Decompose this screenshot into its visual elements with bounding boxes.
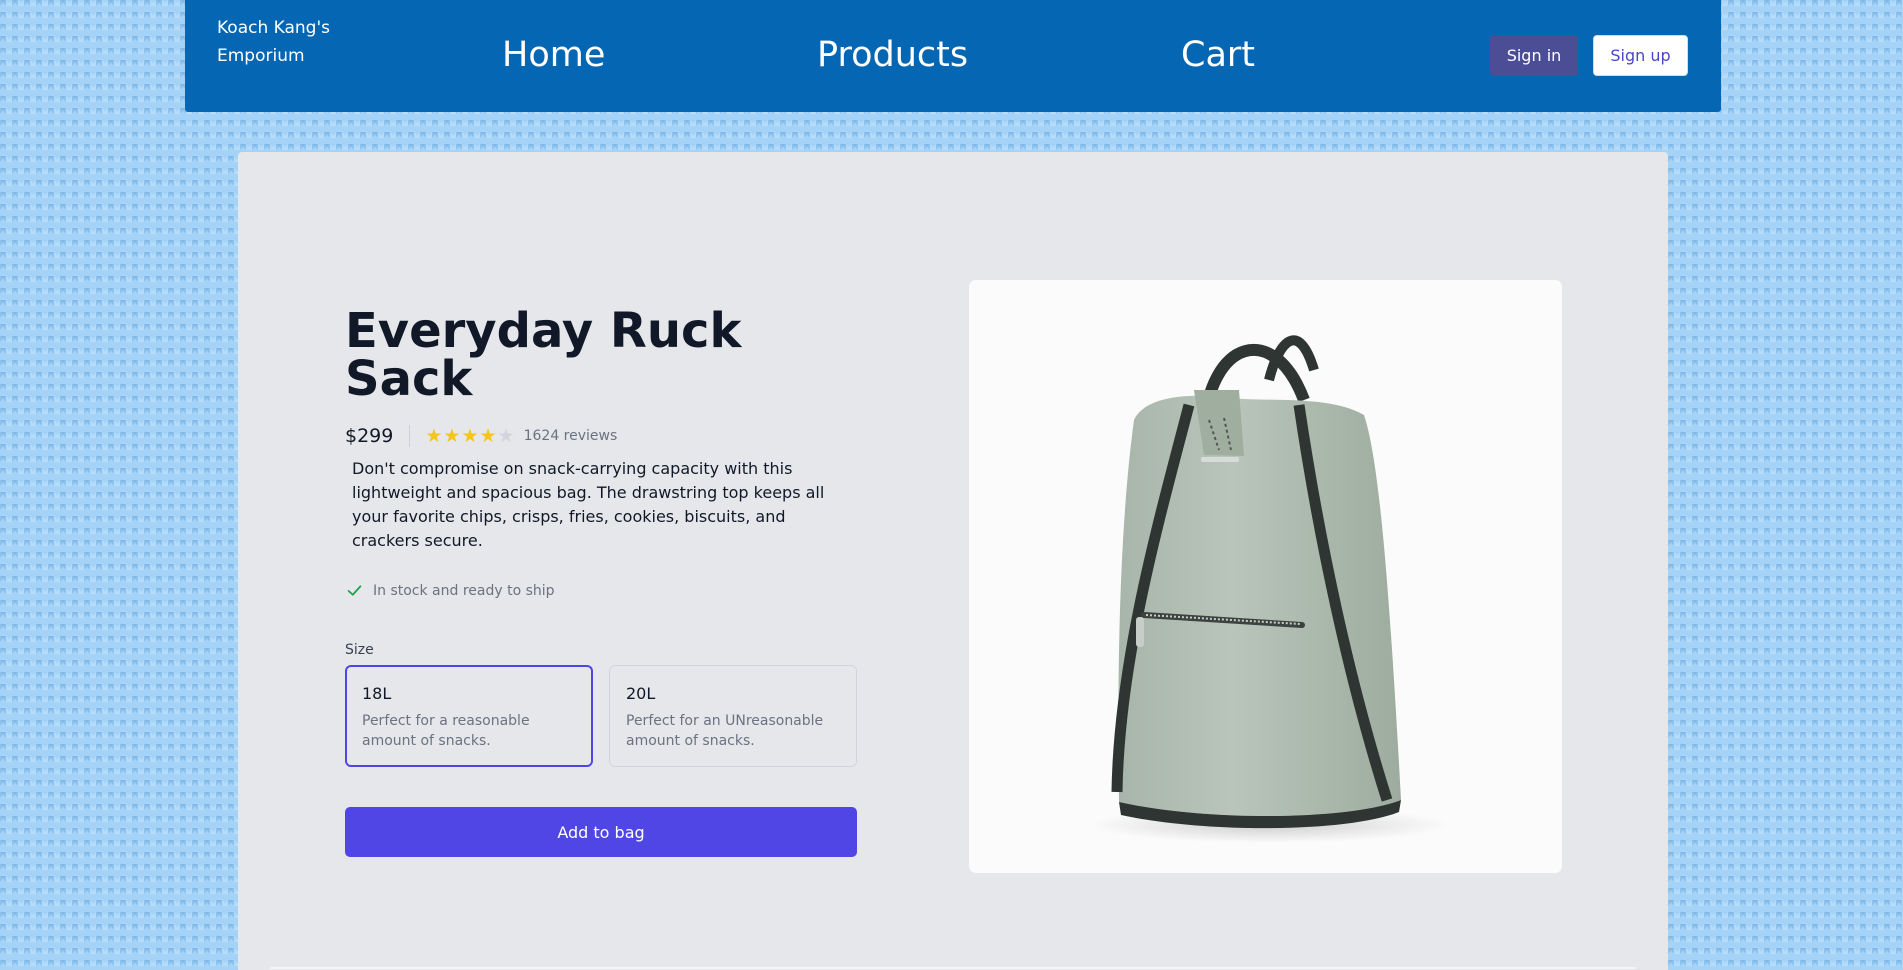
divider <box>270 967 1636 969</box>
rating-stars: ★ ★ ★ ★ ★ <box>425 426 515 446</box>
nav-cart-link[interactable]: Cart <box>1181 32 1255 78</box>
nav-products-link[interactable]: Products <box>817 32 968 78</box>
size-option-name: 20L <box>626 684 656 703</box>
product-description: Don't compromise on snack-carrying capac… <box>352 459 825 550</box>
size-option-20l[interactable]: 20L Perfect for an UNreasonable amount o… <box>609 665 857 767</box>
price-rating-row: $299 ★ ★ ★ ★ ★ 1624 reviews <box>345 422 617 450</box>
size-option-desc: Perfect for an UNreasonable amount of sn… <box>626 713 824 749</box>
top-navbar: Koach Kang's Emporium Home Products Cart… <box>185 0 1721 112</box>
add-to-bag-button[interactable]: Add to bag <box>345 807 857 857</box>
divider <box>409 425 411 447</box>
nav-home-link[interactable]: Home <box>502 32 605 78</box>
star-icon: ★ <box>425 425 443 447</box>
star-icon: ★ <box>461 425 479 447</box>
reviews-link[interactable]: 1624 reviews <box>524 428 618 444</box>
brand-name[interactable]: Koach Kang's Emporium <box>217 14 337 70</box>
star-icon: ★ <box>443 425 461 447</box>
stock-status: In stock and ready to ship <box>346 582 555 599</box>
sign-up-button[interactable]: Sign up <box>1593 35 1688 76</box>
check-icon <box>347 585 362 596</box>
star-icon: ★ <box>497 425 515 447</box>
product-card: Everyday Ruck Sack $299 ★ ★ ★ ★ ★ 1624 r… <box>238 152 1668 970</box>
size-option-18l[interactable]: 18L Perfect for a reasonable amount of s… <box>345 665 593 767</box>
size-option-name: 18L <box>362 684 392 703</box>
backpack-image <box>1089 335 1449 843</box>
product-title: Everyday Ruck Sack <box>345 303 742 407</box>
size-option-desc: Perfect for a reasonable amount of snack… <box>362 713 530 749</box>
sign-in-button[interactable]: Sign in <box>1490 35 1578 76</box>
size-label: Size <box>345 642 374 658</box>
product-image <box>969 280 1562 873</box>
stock-text: In stock and ready to ship <box>373 582 555 599</box>
star-icon: ★ <box>479 425 497 447</box>
product-price: $299 <box>345 425 394 447</box>
